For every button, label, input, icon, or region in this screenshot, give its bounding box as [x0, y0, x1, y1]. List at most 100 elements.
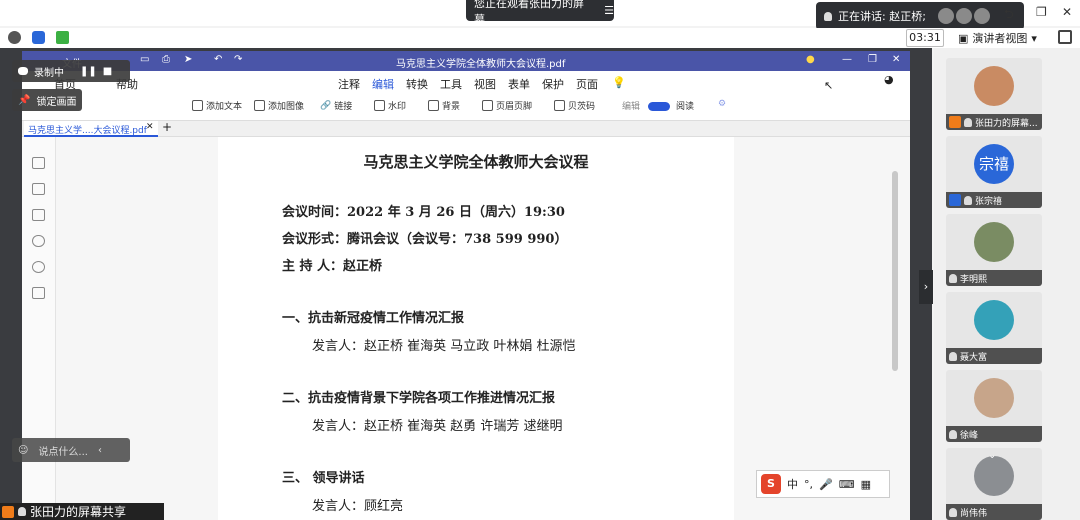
pdf-scrollbar[interactable] [892, 171, 898, 371]
speaker-avatars [937, 8, 990, 24]
restore-icon[interactable]: ❐ [1036, 5, 1047, 19]
save-icon[interactable]: ▭ [140, 54, 149, 65]
pdf-tab[interactable]: 马克思主义学....大会议程.pdf [24, 121, 158, 137]
participant-name-bar: 徐峰 [946, 426, 1042, 442]
chat-input[interactable]: ☺ 说点什么... ‹ [12, 438, 130, 462]
participant-tile[interactable]: 宗禧 张宗禧 [946, 136, 1042, 208]
watermark-label: 水印 [388, 102, 407, 112]
redo-icon[interactable]: ↷ [234, 54, 242, 65]
menu-protect[interactable]: 保护 [542, 76, 564, 92]
print-icon[interactable]: ⎙ [162, 54, 170, 65]
apps-icon[interactable]: ▦ [861, 478, 871, 491]
participant-tile[interactable]: 李明熙 [946, 214, 1042, 286]
pdf-app: 文件 ▭ ⎙ ➤ ↶ ↷ 马克思主义学院全体教师大会议程.pdf ● — ❐ ✕… [22, 51, 910, 520]
undo-icon[interactable]: ↶ [214, 54, 222, 65]
viewing-banner[interactable]: 您正在观看张田力的屏幕 ☰ [466, 0, 614, 26]
user-badge-icon [2, 505, 14, 518]
keyboard-icon[interactable]: ⌨ [839, 478, 855, 491]
background-label: 背景 [442, 102, 461, 112]
avatar [974, 300, 1014, 340]
info-icon[interactable] [8, 31, 21, 44]
comment-icon[interactable] [32, 209, 45, 221]
chevron-down-icon[interactable]: ⌄ [988, 450, 996, 461]
link-button[interactable]: 🔗 链接 [320, 99, 352, 113]
header-footer-label: 页眉页脚 [496, 102, 533, 112]
ime-mode[interactable]: 中 [787, 476, 798, 492]
cursor-icon: ↖ [824, 79, 834, 92]
sogou-logo-icon: S [761, 474, 781, 494]
speaking-indicator: 正在讲话: 赵正桥; [816, 2, 1024, 30]
participant-name: 聂大富 [960, 352, 988, 363]
new-tab-icon[interactable]: + [162, 120, 172, 134]
menu-tools[interactable]: 工具 [440, 76, 462, 92]
avatar [974, 378, 1014, 418]
header-footer-button[interactable]: 页眉页脚 [482, 99, 532, 112]
search-icon[interactable] [32, 261, 45, 273]
mode-toggle[interactable] [648, 102, 670, 111]
close-icon[interactable]: ✕ [1062, 5, 1072, 19]
text-icon [192, 100, 203, 111]
fullscreen-icon[interactable] [1058, 30, 1072, 44]
participant-tile[interactable]: 聂大富 [946, 292, 1042, 364]
menu-page[interactable]: 页面 [576, 76, 598, 92]
participant-name: 尚伟伟 [960, 508, 988, 519]
user-avatar-icon[interactable]: ◕ [884, 73, 894, 86]
menu-convert[interactable]: 转换 [406, 76, 428, 92]
chevron-left-icon[interactable]: ‹ [98, 445, 102, 456]
pdf-close-icon[interactable]: ✕ [892, 54, 900, 65]
tab-close-icon[interactable]: ✕ [146, 122, 154, 132]
participant-tile[interactable]: ⌄ 尚伟伟 [946, 448, 1042, 520]
chat-placeholder: 说点什么... [38, 446, 88, 458]
menu-annotate[interactable]: 注释 [338, 76, 360, 92]
view-mode-dropdown[interactable]: ▣ 演讲者视图 ▾ [958, 29, 1046, 47]
input-method-bar[interactable]: S 中 °, 🎤 ⌨ ▦ [756, 470, 890, 498]
menu-form[interactable]: 表单 [508, 76, 530, 92]
background-button[interactable]: 背景 [428, 99, 460, 112]
meeting-window: 您正在观看张田力的屏幕 ☰ 正在讲话: 赵正桥; ⮌ ❐ ✕ 03:31 ▣ 演… [0, 0, 1080, 520]
lightbulb-icon[interactable]: 💡 [612, 76, 626, 89]
doc-host: 主 持 人：赵正桥 [282, 259, 383, 274]
back-icon[interactable]: ⮌ [1004, 5, 1014, 26]
stop-icon[interactable]: ■ [103, 66, 112, 77]
list-icon[interactable]: ☰ [604, 4, 614, 17]
thumbnails-icon[interactable] [32, 157, 45, 169]
watermark-button[interactable]: 水印 [374, 99, 406, 112]
avatar [974, 222, 1014, 262]
section-3-title: 三、 领导讲话 [282, 471, 365, 486]
lock-screen-button[interactable]: 📌 锁定画面 [12, 89, 82, 111]
section-1-title: 一、抗击新冠疫情工作情况汇报 [282, 311, 465, 326]
participant-tile[interactable]: 张田力的屏幕... [946, 58, 1042, 130]
panel-collapse-button[interactable]: › [919, 270, 933, 304]
participant-name-bar: 尚伟伟 [946, 504, 1042, 520]
punctuation-icon[interactable]: °, [804, 478, 813, 491]
doc-format: 会议形式：腾讯会议（会议号：738 599 990） [282, 232, 568, 247]
signal-icon[interactable] [56, 31, 69, 44]
emoji-icon[interactable]: ☺ [18, 445, 28, 456]
mic-icon [949, 429, 957, 439]
screen-share-label: 张田力的屏幕共享 [0, 503, 164, 520]
settings-icon[interactable]: ⚙ [718, 99, 726, 109]
participant-tile[interactable]: 徐峰 [946, 370, 1042, 442]
share-owner-label: 张田力的屏幕共享 [30, 505, 127, 519]
participant-panel: 张田力的屏幕... 宗禧 张宗禧 李明熙 聂大富 徐峰 ⌄ 尚伟伟 [934, 48, 1080, 520]
shield-icon[interactable] [32, 31, 45, 44]
menu-view[interactable]: 视图 [474, 76, 496, 92]
layers-icon[interactable] [32, 287, 45, 299]
voice-icon[interactable]: 🎤 [819, 478, 833, 491]
add-text-button[interactable]: 添加文本 [192, 99, 242, 112]
mic-icon [824, 11, 832, 21]
pdf-window-title: 马克思主义学院全体教师大会议程.pdf [396, 59, 566, 70]
participant-name-bar: 聂大富 [946, 348, 1042, 364]
sun-icon[interactable]: ● [806, 54, 815, 65]
maximize-icon[interactable]: ❐ [868, 54, 877, 65]
share-icon[interactable]: ➤ [184, 54, 192, 65]
pause-icon[interactable]: ❚❚ [80, 66, 97, 77]
minimize-icon[interactable]: — [842, 54, 852, 65]
pin-icon: 📌 [18, 94, 31, 106]
add-image-button[interactable]: 添加图像 [254, 99, 304, 112]
bookmark-icon[interactable] [32, 183, 45, 195]
bates-button[interactable]: 贝茨码 [554, 99, 595, 112]
attachment-icon[interactable] [32, 235, 45, 247]
watermark-icon [374, 100, 385, 111]
participant-name: 李明熙 [960, 274, 988, 285]
